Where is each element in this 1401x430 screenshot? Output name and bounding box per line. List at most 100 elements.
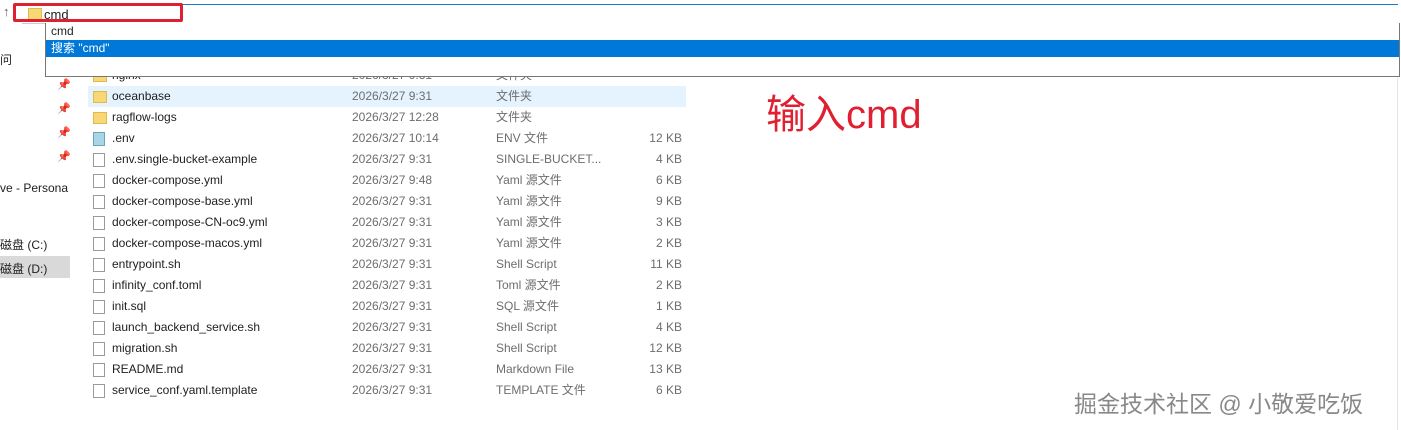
- file-name: service_conf.yaml.template: [112, 383, 258, 397]
- file-date: 2026/3/27 9:31: [352, 89, 433, 103]
- sql-icon: [93, 300, 105, 314]
- address-bar[interactable]: cmd: [22, 4, 1398, 24]
- shell-icon: [93, 342, 105, 356]
- file-size: 2 KB: [655, 236, 682, 250]
- file-date: 2026/3/27 9:31: [352, 194, 433, 208]
- file-type: Shell Script: [496, 341, 557, 355]
- file-date: 2026/3/27 9:31: [352, 152, 433, 166]
- pin-icon: 📌: [57, 151, 71, 163]
- file-name: docker-compose-base.yml: [112, 194, 253, 208]
- file-row[interactable]: docker-compose-base.yml 2026/3/27 9:31 Y…: [88, 191, 686, 212]
- file-size: 12 KB: [649, 131, 682, 145]
- shell-icon: [93, 258, 105, 272]
- file-type: Shell Script: [496, 257, 557, 271]
- file-date: 2026/3/27 9:31: [352, 257, 433, 271]
- file-row[interactable]: docker-compose-macos.yml 2026/3/27 9:31 …: [88, 233, 686, 254]
- watermark: 掘金技术社区 @ 小敬爱吃饭: [1074, 391, 1364, 417]
- file-type: 文件夹: [496, 89, 533, 103]
- folder-icon: [93, 91, 107, 103]
- file-size: 12 KB: [649, 341, 682, 355]
- sidebar-item-drive-c[interactable]: 磁盘 (C:): [0, 236, 47, 253]
- file-row[interactable]: entrypoint.sh 2026/3/27 9:31 Shell Scrip…: [88, 254, 686, 275]
- file-name: oceanbase: [112, 89, 171, 103]
- sidebar-item[interactable]: 问: [0, 51, 12, 68]
- file-type: Yaml 源文件: [496, 236, 562, 250]
- file-name: infinity_conf.toml: [112, 278, 202, 292]
- file-date: 2026/3/27 12:28: [352, 110, 439, 124]
- annotation-text: 输入cmd: [766, 93, 922, 137]
- md-icon: [93, 363, 105, 377]
- file-date: 2026/3/27 9:31: [352, 362, 433, 376]
- file-date: 2026/3/27 9:31: [352, 215, 433, 229]
- file-size: 9 KB: [655, 194, 682, 208]
- file-size: 6 KB: [655, 383, 682, 397]
- sidebar-item-onedrive[interactable]: ve - Persona: [0, 181, 68, 195]
- file-date: 2026/3/27 10:14: [352, 131, 439, 145]
- file-date: 2026/3/27 9:31: [352, 383, 433, 397]
- file-type: Yaml 源文件: [496, 194, 562, 208]
- file-type: SINGLE-BUCKET...: [496, 152, 602, 166]
- file-row[interactable]: README.md 2026/3/27 9:31 Markdown File 1…: [88, 359, 686, 380]
- file-size: 13 KB: [649, 362, 682, 376]
- file-date: 2026/3/27 9:31: [352, 320, 433, 334]
- file-type: Shell Script: [496, 320, 557, 334]
- file-name: ragflow-logs: [112, 110, 177, 124]
- file-row[interactable]: docker-compose.yml 2026/3/27 9:48 Yaml 源…: [88, 170, 686, 191]
- file-type: Yaml 源文件: [496, 215, 562, 229]
- pin-icon: 📌: [57, 127, 71, 139]
- suggestion-search-cmd[interactable]: 搜索 "cmd": [46, 40, 1399, 57]
- file-size: 3 KB: [655, 215, 682, 229]
- file-row[interactable]: service_conf.yaml.template 2026/3/27 9:3…: [88, 380, 686, 401]
- yaml-icon: [93, 174, 105, 188]
- file-type: ENV 文件: [496, 131, 549, 145]
- file-row[interactable]: infinity_conf.toml 2026/3/27 9:31 Toml 源…: [88, 275, 686, 296]
- file-type: Toml 源文件: [496, 278, 561, 292]
- up-arrow-icon[interactable]: ↑: [3, 4, 10, 19]
- yaml-icon: [93, 195, 105, 209]
- file-type: Yaml 源文件: [496, 173, 562, 187]
- file-icon: [93, 153, 105, 167]
- file-name: entrypoint.sh: [112, 257, 181, 271]
- shell-icon: [93, 321, 105, 335]
- file-name: docker-compose-macos.yml: [112, 236, 263, 250]
- file-type: SQL 源文件: [496, 299, 559, 313]
- file-name: migration.sh: [112, 341, 178, 355]
- file-name: init.sql: [112, 299, 147, 313]
- file-name: README.md: [112, 362, 184, 376]
- file-row[interactable]: .env 2026/3/27 10:14 ENV 文件 12 KB: [88, 128, 686, 149]
- file-date: 2026/3/27 9:48: [352, 173, 433, 187]
- file-type: 文件夹: [496, 110, 533, 124]
- file-row[interactable]: .env.single-bucket-example 2026/3/27 9:3…: [88, 149, 686, 170]
- yaml-icon: [93, 216, 105, 230]
- file-date: 2026/3/27 9:31: [352, 236, 433, 250]
- file-type: TEMPLATE 文件: [496, 383, 586, 397]
- file-size: 6 KB: [655, 173, 682, 187]
- file-row[interactable]: init.sql 2026/3/27 9:31 SQL 源文件 1 KB: [88, 296, 686, 317]
- file-size: 4 KB: [655, 152, 682, 166]
- file-row[interactable]: oceanbase 2026/3/27 9:31 文件夹: [88, 86, 686, 107]
- env-icon: [93, 132, 105, 146]
- autocomplete-dropdown: cmd 搜索 "cmd": [45, 23, 1400, 77]
- file-date: 2026/3/27 9:31: [352, 299, 433, 313]
- file-row[interactable]: ragflow-logs 2026/3/27 12:28 文件夹: [88, 107, 686, 128]
- file-row[interactable]: docker-compose-CN-oc9.yml 2026/3/27 9:31…: [88, 212, 686, 233]
- sidebar-item-drive-d[interactable]: 磁盘 (D:): [0, 260, 47, 277]
- file-row[interactable]: migration.sh 2026/3/27 9:31 Shell Script…: [88, 338, 686, 359]
- yaml-icon: [93, 237, 105, 251]
- file-icon: [93, 384, 105, 398]
- file-name: docker-compose.yml: [112, 173, 223, 187]
- file-type: Markdown File: [496, 362, 575, 376]
- suggestion-cmd[interactable]: cmd: [46, 23, 1399, 40]
- file-name: docker-compose-CN-oc9.yml: [112, 215, 268, 229]
- file-date: 2026/3/27 9:31: [352, 341, 433, 355]
- file-size: 1 KB: [655, 299, 682, 313]
- file-size: 4 KB: [655, 320, 682, 334]
- file-date: 2026/3/27 9:31: [352, 278, 433, 292]
- file-row[interactable]: launch_backend_service.sh 2026/3/27 9:31…: [88, 317, 686, 338]
- yaml-icon: [93, 279, 105, 293]
- file-size: 2 KB: [655, 278, 682, 292]
- pin-icon: 📌: [57, 103, 71, 115]
- annotation-box: [13, 3, 183, 22]
- folder-icon: [93, 112, 107, 124]
- file-name: launch_backend_service.sh: [112, 320, 261, 334]
